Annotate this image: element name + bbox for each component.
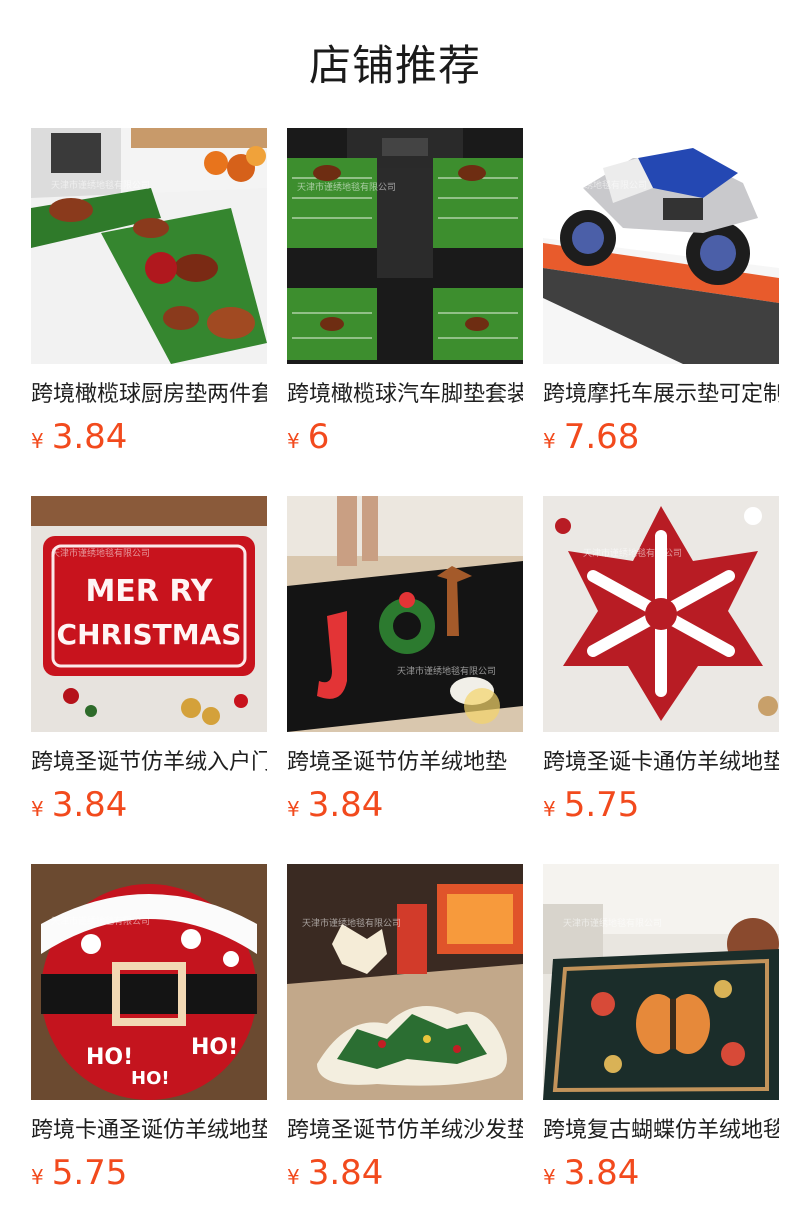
- product-title[interactable]: 跨境圣诞节仿羊绒地垫: [287, 746, 523, 780]
- product-card[interactable]: 天津市谨绣地毯有限公司 跨境圣诞节仿羊绒沙发垫 ¥3.84: [287, 864, 523, 1194]
- product-image[interactable]: 天津市谨绣地毯有限公司: [287, 864, 523, 1100]
- currency-symbol: ¥: [287, 797, 300, 821]
- watermark: 天津市谨绣地毯有限公司: [563, 919, 663, 929]
- product-card[interactable]: 天津市谨绣地毯有限公司 跨境橄榄球厨房垫两件套 ¥3.84: [31, 128, 267, 458]
- price-value: 3.84: [563, 1153, 640, 1193]
- watermark: 天津市谨绣地毯有限公司: [51, 917, 151, 927]
- rug-ho-text: HO!: [131, 1068, 170, 1089]
- currency-symbol: ¥: [287, 1165, 300, 1189]
- product-price: ¥3.84: [287, 784, 383, 826]
- christmas-tree-rug-image: [287, 864, 523, 1100]
- currency-symbol: ¥: [31, 429, 44, 453]
- currency-symbol: ¥: [543, 429, 556, 453]
- joy-christmas-rug-image: [287, 496, 523, 732]
- product-image[interactable]: MER RY CHRISTMAS 天津市谨绣地毯有限公司: [31, 496, 267, 732]
- rug-ho-text: HO!: [86, 1045, 133, 1070]
- santa-belt-round-rug-image: HO! HO! HO!: [31, 864, 267, 1100]
- watermark: 天津市谨绣地毯有限公司: [51, 181, 151, 191]
- rug-merry-text: MER RY: [85, 574, 213, 609]
- price-value: 3.84: [307, 1153, 384, 1193]
- price-value: 3.84: [307, 785, 384, 825]
- motorcycle-display-mat-image: [543, 128, 779, 364]
- product-card[interactable]: HO! HO! HO! 天津市谨绣地毯有限公司 跨境卡通圣诞仿羊绒地垫 ¥5.7…: [31, 864, 267, 1194]
- product-title[interactable]: 跨境卡通圣诞仿羊绒地垫: [31, 1114, 267, 1148]
- price-value: 3.84: [51, 785, 128, 825]
- page-title: 店铺推荐: [308, 41, 481, 90]
- product-card[interactable]: 天津市谨绣地毯有限公司 跨境橄榄球汽车脚垫套装 ¥6: [287, 128, 523, 458]
- product-price: ¥7.68: [543, 416, 639, 458]
- product-price: ¥3.84: [31, 784, 127, 826]
- price-value: 3.84: [51, 417, 128, 457]
- product-price: ¥5.75: [543, 784, 639, 826]
- product-image[interactable]: 天津市谨绣地毯有限公司: [543, 496, 779, 732]
- product-title[interactable]: 跨境圣诞节仿羊绒入户门垫: [31, 746, 267, 780]
- product-card[interactable]: MER RY CHRISTMAS 天津市谨绣地毯有限公司 跨境圣诞节仿羊绒入户门…: [31, 496, 267, 826]
- currency-symbol: ¥: [287, 429, 300, 453]
- product-title[interactable]: 跨境橄榄球汽车脚垫套装: [287, 378, 523, 412]
- product-title[interactable]: 跨境橄榄球厨房垫两件套: [31, 378, 267, 412]
- watermark: 天津市谨绣地毯有限公司: [548, 181, 648, 191]
- product-title[interactable]: 跨境圣诞节仿羊绒沙发垫: [287, 1114, 523, 1148]
- price-value: 7.68: [563, 417, 640, 457]
- product-card[interactable]: 天津市谨绣地毯有限公司 跨境复古蝴蝶仿羊绒地毯 ¥3.84: [543, 864, 779, 1194]
- product-price: ¥5.75: [31, 1152, 127, 1194]
- currency-symbol: ¥: [31, 1165, 44, 1189]
- product-title[interactable]: 跨境摩托车展示垫可定制: [543, 378, 779, 412]
- product-price: ¥3.84: [31, 416, 127, 458]
- product-image[interactable]: 天津市谨绣地毯有限公司: [287, 496, 523, 732]
- product-image[interactable]: 天津市谨绣地毯有限公司: [287, 128, 523, 364]
- watermark: 天津市谨绣地毯有限公司: [583, 549, 683, 559]
- currency-symbol: ¥: [543, 1165, 556, 1189]
- product-title[interactable]: 跨境复古蝴蝶仿羊绒地毯: [543, 1114, 779, 1148]
- rug-ho-text: HO!: [191, 1035, 238, 1060]
- vintage-butterfly-carpet-image: [543, 864, 779, 1100]
- product-card[interactable]: 天津市谨绣地毯有限公司 跨境摩托车展示垫可定制 ¥7.68: [543, 128, 779, 458]
- product-price: ¥3.84: [287, 1152, 383, 1194]
- product-price: ¥3.84: [543, 1152, 639, 1194]
- product-image[interactable]: 天津市谨绣地毯有限公司: [543, 864, 779, 1100]
- watermark: 天津市谨绣地毯有限公司: [397, 667, 497, 677]
- price-value: 5.75: [563, 785, 640, 825]
- price-value: 5.75: [51, 1153, 128, 1193]
- watermark: 天津市谨绣地毯有限公司: [297, 183, 397, 193]
- product-card[interactable]: 天津市谨绣地毯有限公司 跨境圣诞节仿羊绒地垫 ¥3.84: [287, 496, 523, 826]
- price-value: 6: [307, 417, 330, 457]
- product-image[interactable]: 天津市谨绣地毯有限公司: [31, 128, 267, 364]
- watermark: 天津市谨绣地毯有限公司: [51, 549, 151, 559]
- product-image[interactable]: HO! HO! HO! 天津市谨绣地毯有限公司: [31, 864, 267, 1100]
- snowflake-rug-image: [543, 496, 779, 732]
- merry-christmas-rug-image: MER RY CHRISTMAS: [31, 496, 267, 732]
- currency-symbol: ¥: [543, 797, 556, 821]
- product-image[interactable]: 天津市谨绣地毯有限公司: [543, 128, 779, 364]
- football-car-floor-mats-image: [287, 128, 523, 364]
- watermark: 天津市谨绣地毯有限公司: [302, 919, 402, 929]
- product-price: ¥6: [287, 416, 329, 458]
- product-title[interactable]: 跨境圣诞卡通仿羊绒地垫: [543, 746, 779, 780]
- football-kitchen-mats-image: [31, 128, 267, 364]
- rug-christmas-text: CHRISTMAS: [57, 618, 242, 651]
- product-card[interactable]: 天津市谨绣地毯有限公司 跨境圣诞卡通仿羊绒地垫 ¥5.75: [543, 496, 779, 826]
- currency-symbol: ¥: [31, 797, 44, 821]
